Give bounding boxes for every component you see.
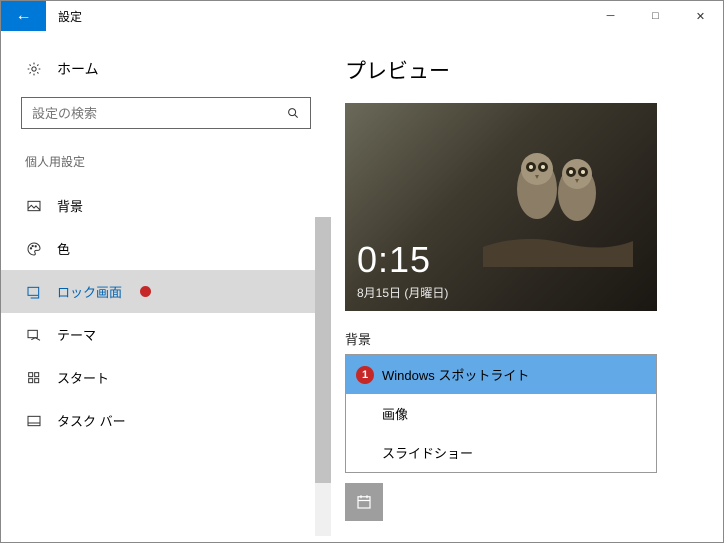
annotation-marker-1: 1 bbox=[356, 366, 374, 384]
sidebar-item-taskbar[interactable]: タスク バー bbox=[1, 399, 331, 442]
dropdown-option-label: スライドショー bbox=[382, 446, 473, 461]
picture-icon bbox=[25, 197, 43, 215]
scrollbar-thumb[interactable] bbox=[315, 217, 331, 483]
sidebar-item-label: 背景 bbox=[57, 196, 83, 215]
dropdown-option-picture[interactable]: 画像 bbox=[346, 394, 656, 433]
sidebar-item-colors[interactable]: 色 bbox=[1, 227, 331, 270]
main-panel: プレビュー 0:15 8月1 bbox=[331, 31, 723, 542]
annotation-dot bbox=[140, 286, 151, 297]
theme-icon bbox=[25, 326, 43, 344]
section-label: 個人用設定 bbox=[1, 153, 331, 184]
calendar-button[interactable] bbox=[345, 483, 383, 521]
titlebar: ← 設定 ─ □ ✕ bbox=[1, 1, 723, 31]
sidebar: ホーム 個人用設定 背景 色 bbox=[1, 31, 331, 542]
close-icon: ✕ bbox=[696, 10, 705, 23]
palette-icon bbox=[25, 240, 43, 258]
gear-icon bbox=[25, 60, 43, 78]
dropdown-option-slideshow[interactable]: スライドショー bbox=[346, 433, 656, 472]
dropdown-option-label: 画像 bbox=[382, 407, 408, 422]
sidebar-item-background[interactable]: 背景 bbox=[1, 184, 331, 227]
dropdown-option-spotlight[interactable]: 1 Windows スポットライト bbox=[346, 355, 656, 394]
dropdown-option-label: Windows スポットライト bbox=[382, 368, 529, 383]
sidebar-item-start[interactable]: スタート bbox=[1, 356, 331, 399]
lockscreen-preview: 0:15 8月15日 (月曜日) bbox=[345, 103, 657, 311]
nav-list: 背景 色 ロック画面 テーマ bbox=[1, 184, 331, 442]
search-field[interactable] bbox=[22, 106, 276, 121]
calendar-icon bbox=[355, 493, 373, 511]
search-icon bbox=[276, 104, 310, 122]
close-button[interactable]: ✕ bbox=[678, 1, 723, 31]
background-dropdown[interactable]: 1 Windows スポットライト 画像 スライドショー bbox=[345, 354, 657, 473]
lockscreen-icon bbox=[25, 283, 43, 301]
sidebar-scrollbar[interactable] bbox=[315, 217, 331, 536]
back-button[interactable]: ← bbox=[1, 1, 46, 31]
search-input[interactable] bbox=[21, 97, 311, 129]
preview-image-owls bbox=[483, 137, 633, 267]
preview-date: 8月15日 (月曜日) bbox=[357, 284, 448, 301]
minimize-button[interactable]: ─ bbox=[588, 1, 633, 31]
sidebar-item-label: テーマ bbox=[57, 325, 96, 344]
sidebar-item-label: タスク バー bbox=[57, 411, 126, 430]
minimize-icon: ─ bbox=[607, 10, 615, 22]
sidebar-item-themes[interactable]: テーマ bbox=[1, 313, 331, 356]
start-icon bbox=[25, 369, 43, 387]
page-title: プレビュー bbox=[345, 55, 693, 85]
taskbar-icon bbox=[25, 412, 43, 430]
window-title: 設定 bbox=[46, 1, 94, 31]
sidebar-item-label: ロック画面 bbox=[57, 282, 122, 301]
maximize-icon: □ bbox=[652, 10, 659, 22]
sidebar-item-label: 色 bbox=[57, 239, 70, 258]
sidebar-item-lockscreen[interactable]: ロック画面 bbox=[1, 270, 331, 313]
sidebar-item-label: スタート bbox=[57, 368, 109, 387]
home-link[interactable]: ホーム bbox=[1, 49, 331, 97]
arrow-left-icon: ← bbox=[16, 7, 32, 25]
background-field-label: 背景 bbox=[345, 329, 693, 348]
preview-time: 0:15 bbox=[357, 239, 431, 281]
home-label: ホーム bbox=[57, 59, 99, 79]
maximize-button[interactable]: □ bbox=[633, 1, 678, 31]
